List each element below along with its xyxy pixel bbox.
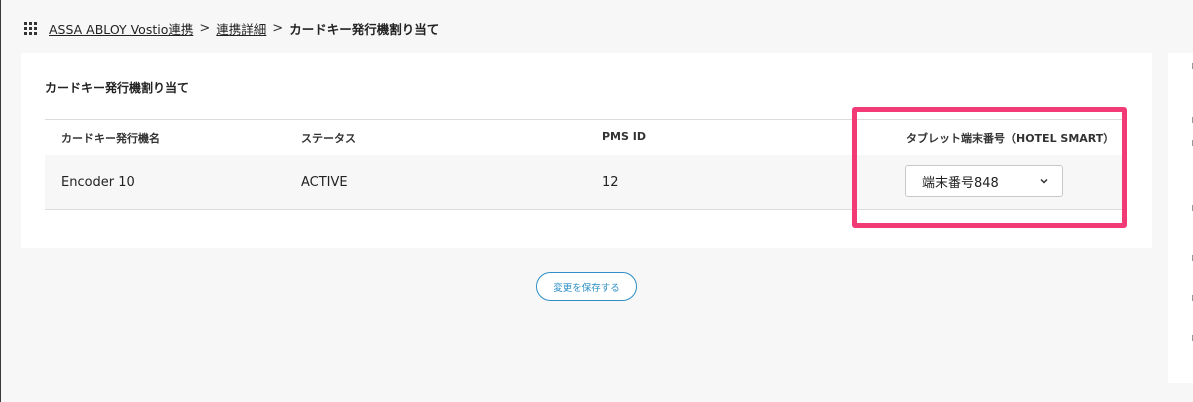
breadcrumb-separator: > xyxy=(199,20,211,36)
column-header-encoder-name: カードキー発行機名 xyxy=(61,132,160,145)
encoder-name-cell: Encoder 10 xyxy=(61,175,135,190)
encoder-table: カードキー発行機名 ステータス PMS ID タブレット端末番号（HOTEL S… xyxy=(45,119,1127,210)
column-header-status: ステータス xyxy=(301,132,356,145)
breadcrumb-separator: > xyxy=(272,20,284,36)
breadcrumb: ASSA ABLOY Vostio連携 > 連携詳細 > カードキー発行機割り当… xyxy=(24,18,439,38)
save-changes-button[interactable]: 変更を保存する xyxy=(536,272,637,301)
column-header-pms-id: PMS ID xyxy=(602,130,646,143)
breadcrumb-link-vostio[interactable]: ASSA ABLOY Vostio連携 xyxy=(49,19,193,38)
window-edge xyxy=(0,0,1,402)
side-panel xyxy=(1168,53,1193,383)
tablet-number-select-value: 端末番号848 xyxy=(922,175,999,191)
assignment-card: カードキー発行機割り当て カードキー発行機名 ステータス PMS ID タブレッ… xyxy=(21,53,1152,248)
breadcrumb-link-detail[interactable]: 連携詳細 xyxy=(216,19,266,38)
chevron-down-icon xyxy=(1040,178,1048,184)
grid-menu-icon[interactable] xyxy=(24,21,37,35)
column-header-tablet-number: タブレット端末番号（HOTEL SMART） xyxy=(906,132,1115,145)
breadcrumb-current: カードキー発行機割り当て xyxy=(289,21,440,37)
table-header-row: カードキー発行機名 ステータス PMS ID タブレット端末番号（HOTEL S… xyxy=(45,119,1127,155)
pms-id-cell: 12 xyxy=(602,175,619,190)
status-cell: ACTIVE xyxy=(301,175,348,190)
table-row: Encoder 10 ACTIVE 12 端末番号848 xyxy=(45,155,1127,210)
card-title: カードキー発行機割り当て xyxy=(45,81,190,95)
tablet-number-select[interactable]: 端末番号848 xyxy=(905,165,1063,197)
